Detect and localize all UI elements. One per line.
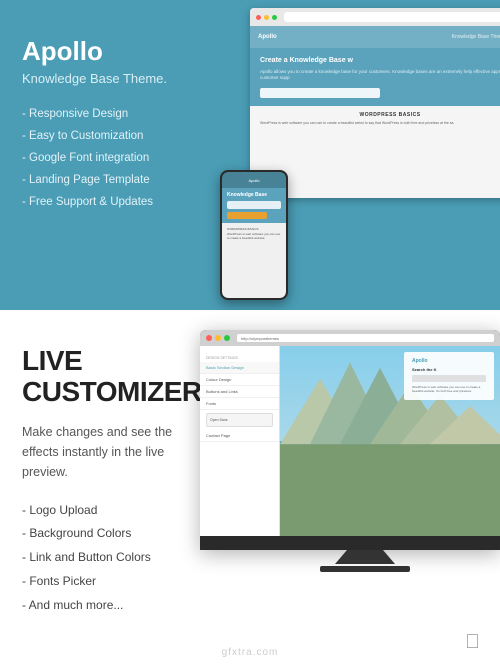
phone-bottom-text: WORDPRESS BASICSWordPress is web softwar…: [227, 227, 281, 241]
phone-search: [227, 201, 281, 209]
mock-hero-area: Create a Knowledge Base w Apollo allows …: [250, 48, 500, 106]
monitor-stand: [200, 550, 500, 572]
top-section: Apollo Knowledge Base Theme. - Responsiv…: [0, 0, 500, 310]
phone-hero: Knowledge Base: [222, 188, 286, 223]
browser-url-bar: [284, 12, 500, 22]
live-customizer-title: LIVE CUSTOMIZER.: [22, 346, 198, 408]
list-item: - Fonts Picker: [22, 573, 198, 590]
phone-screen: Apollo Knowledge Base WORDPRESS BASICSWo…: [222, 172, 286, 298]
browser-dot-yellow: [264, 15, 269, 20]
browser-content: Apollo Knowledge Base Theme Blog Create …: [250, 26, 500, 198]
phone-top-bar: Apollo: [222, 172, 286, 188]
mock-hero-title: Create a Knowledge Base w: [260, 56, 500, 65]
browser-bar: [250, 8, 500, 26]
list-item: - Google Font integration: [22, 150, 188, 166]
customizer-desktop-mockup: http://olympusthemes Design Settings Bas…: [200, 330, 500, 630]
mock-logo: Apollo: [258, 34, 277, 40]
site-preview-panel: Apollo Search the K WordPress is web sof…: [404, 352, 494, 400]
site-search-input: [412, 375, 486, 382]
list-item: - And much more...: [22, 597, 198, 614]
features-list: - Responsive Design - Easy to Customizat…: [22, 106, 188, 210]
mock-section-title: WORDPRESS BASICS: [260, 112, 500, 118]
mac-window-bar: http://olympusthemes: [200, 330, 500, 346]
phone-btn: [227, 212, 267, 219]
site-description-text: WordPress is web software you can use to…: [412, 385, 486, 393]
mock-hero-text: Apollo allows you to create a knowledge …: [260, 69, 500, 82]
browser-dot-green: [272, 15, 277, 20]
sidebar-item-colour: Colour Design: [200, 374, 279, 386]
phone-mockup: Apollo Knowledge Base WORDPRESS BASICSWo…: [220, 170, 288, 300]
list-item: - Link and Button Colors: [22, 549, 198, 566]
font-select[interactable]: Open Sans: [206, 413, 273, 427]
mock-site-header: Apollo Knowledge Base Theme Blog: [250, 26, 500, 48]
monitor-base: [320, 566, 410, 572]
app-title: Apollo: [22, 36, 188, 67]
phone-title: Apollo: [248, 178, 259, 183]
bottom-section: LIVE CUSTOMIZER. Make changes and see th…: [0, 310, 500, 666]
sidebar-section-title: Design Settings: [200, 352, 279, 362]
desktop-screen-content: Design Settings Basic Section Design Col…: [200, 346, 500, 536]
mock-nav: Knowledge Base Theme Blog: [452, 34, 500, 40]
mock-nav-item: Knowledge Base Theme: [452, 34, 500, 40]
phone-hero-title: Knowledge Base: [227, 192, 281, 198]
mac-dot-red: [206, 335, 212, 341]
app-subtitle: Knowledge Base Theme.: [22, 71, 188, 86]
bottom-left-content: LIVE CUSTOMIZER. Make changes and see th…: [0, 310, 220, 666]
customizer-description: Make changes and see the effects instant…: [22, 422, 198, 482]
list-item: - Background Colors: [22, 525, 198, 542]
apple-logo: : [465, 631, 480, 654]
desktop-browser-mockup: Apollo Knowledge Base Theme Blog Create …: [250, 8, 500, 198]
sidebar-item-buttons: Buttons and Links: [200, 386, 279, 398]
customizer-sidebar: Design Settings Basic Section Design Col…: [200, 346, 280, 536]
mock-wp-basics: WORDPRESS BASICS WordPress is web softwa…: [250, 106, 500, 132]
font-select-value: Open Sans: [210, 418, 228, 422]
list-item: - Free Support & Updates: [22, 194, 188, 210]
watermark: gfxtra.com: [222, 647, 279, 658]
sidebar-item-fonts: Fonts: [200, 398, 279, 410]
list-item: - Logo Upload: [22, 502, 198, 519]
list-item: - Easy to Customization: [22, 128, 188, 144]
mock-body-text: WordPress is web software you can use to…: [260, 121, 500, 126]
site-hero-text: Search the K: [412, 367, 486, 372]
browser-dot-red: [256, 15, 261, 20]
desktop-large-screen: http://olympusthemes Design Settings Bas…: [200, 330, 500, 550]
customizer-list: - Logo Upload - Background Colors - Link…: [22, 502, 198, 614]
mac-dot-yellow: [215, 335, 221, 341]
top-right-mockups: Apollo Knowledge Base Theme Blog Create …: [200, 0, 500, 310]
top-left-content: Apollo Knowledge Base Theme. - Responsiv…: [0, 0, 210, 310]
desktop-main-content: Apollo Search the K WordPress is web sof…: [280, 346, 500, 536]
list-item: - Responsive Design: [22, 106, 188, 122]
mac-url-text: http://olympusthemes: [241, 336, 279, 341]
sidebar-item-basic: Basic Section Design: [200, 362, 279, 374]
monitor-stand-pole: [335, 550, 395, 564]
mock-search-bar: [260, 88, 380, 98]
list-item: - Landing Page Template: [22, 172, 188, 188]
mac-url-bar: http://olympusthemes: [237, 334, 494, 342]
site-logo-text: Apollo: [412, 358, 486, 364]
phone-bottom: WORDPRESS BASICSWordPress is web softwar…: [222, 223, 286, 245]
sidebar-item-contact: Contact Page: [200, 430, 279, 442]
mac-dot-green: [224, 335, 230, 341]
